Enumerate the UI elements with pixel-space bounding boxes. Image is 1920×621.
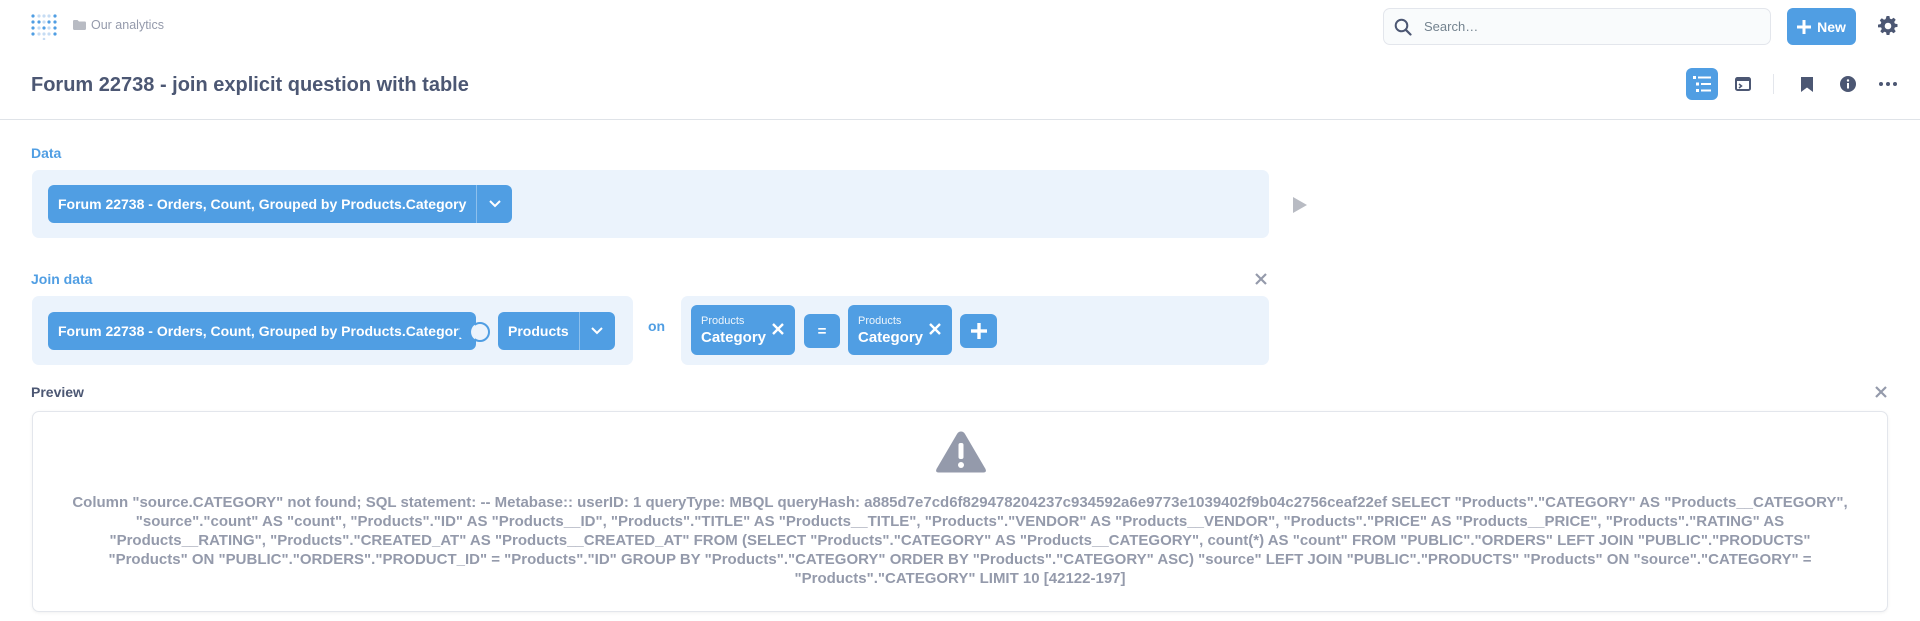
search-bar[interactable] bbox=[1383, 8, 1771, 45]
folder-icon bbox=[73, 20, 86, 30]
join-left-source[interactable]: Forum 22738 - Orders, Count, Grouped by … bbox=[48, 312, 477, 350]
left-join-icon[interactable] bbox=[458, 321, 492, 343]
search-input[interactable] bbox=[1424, 19, 1744, 34]
join-operator[interactable]: = bbox=[804, 314, 840, 348]
join-right-column[interactable]: Products Category bbox=[848, 305, 952, 355]
question-header: Forum 22738 - join explicit question wit… bbox=[0, 52, 1920, 120]
new-button[interactable]: New bbox=[1787, 8, 1856, 45]
toolbar-divider bbox=[1773, 74, 1774, 94]
top-nav: Our analytics New bbox=[0, 0, 1920, 52]
join-right-table-label[interactable]: Products bbox=[498, 323, 579, 339]
chevron-down-icon[interactable] bbox=[578, 312, 615, 350]
preview-label: Preview bbox=[31, 384, 84, 400]
join-right-table-picker[interactable]: Products bbox=[498, 312, 615, 350]
data-source-label[interactable]: Forum 22738 - Orders, Count, Grouped by … bbox=[48, 196, 476, 212]
plus-icon bbox=[970, 323, 987, 339]
bookmark-button[interactable] bbox=[1791, 68, 1823, 100]
play-icon[interactable] bbox=[1293, 197, 1307, 213]
remove-column-icon[interactable] bbox=[928, 322, 942, 336]
metabase-logo-icon[interactable] bbox=[30, 12, 58, 40]
join-right-column-table: Products bbox=[858, 315, 902, 327]
notebook-editor-button[interactable] bbox=[1686, 68, 1718, 100]
join-right-column-name: Category bbox=[858, 329, 924, 346]
join-left-column-name: Category bbox=[701, 329, 767, 346]
data-step-label: Data bbox=[31, 145, 62, 161]
join-left-source-label[interactable]: Forum 22738 - Orders, Count, Grouped by … bbox=[48, 323, 476, 339]
join-on-label: on bbox=[648, 318, 666, 334]
join-left-column[interactable]: Products Category bbox=[691, 305, 795, 355]
search-icon bbox=[1394, 18, 1412, 36]
join-left-column-table: Products bbox=[701, 315, 745, 327]
add-condition-button[interactable] bbox=[960, 314, 997, 348]
plus-icon bbox=[1797, 19, 1812, 34]
close-preview-icon[interactable] bbox=[1874, 385, 1888, 399]
chevron-down-icon[interactable] bbox=[476, 185, 512, 223]
error-message: Column "source.CATEGORY" not found; SQL … bbox=[72, 494, 1848, 587]
sql-preview-button[interactable] bbox=[1727, 68, 1759, 100]
remove-column-icon[interactable] bbox=[771, 322, 785, 336]
ellipsis-icon bbox=[1879, 82, 1897, 86]
new-button-label: New bbox=[1817, 18, 1846, 35]
breadcrumb-collection[interactable]: Our analytics bbox=[91, 18, 164, 32]
data-source-picker[interactable]: Forum 22738 - Orders, Count, Grouped by … bbox=[48, 185, 513, 223]
bookmark-icon bbox=[1801, 76, 1813, 92]
breadcrumb[interactable]: Our analytics bbox=[73, 18, 164, 32]
info-button[interactable] bbox=[1832, 68, 1864, 100]
warning-icon bbox=[936, 431, 986, 473]
terminal-icon bbox=[1735, 77, 1751, 91]
notebook-icon bbox=[1693, 76, 1711, 92]
gear-icon[interactable] bbox=[1878, 16, 1898, 36]
page-title[interactable]: Forum 22738 - join explicit question wit… bbox=[31, 74, 469, 97]
info-icon bbox=[1840, 76, 1856, 92]
remove-join-step-icon[interactable] bbox=[1254, 272, 1268, 286]
more-options-button[interactable] bbox=[1872, 68, 1904, 100]
join-step-label: Join data bbox=[31, 271, 93, 287]
